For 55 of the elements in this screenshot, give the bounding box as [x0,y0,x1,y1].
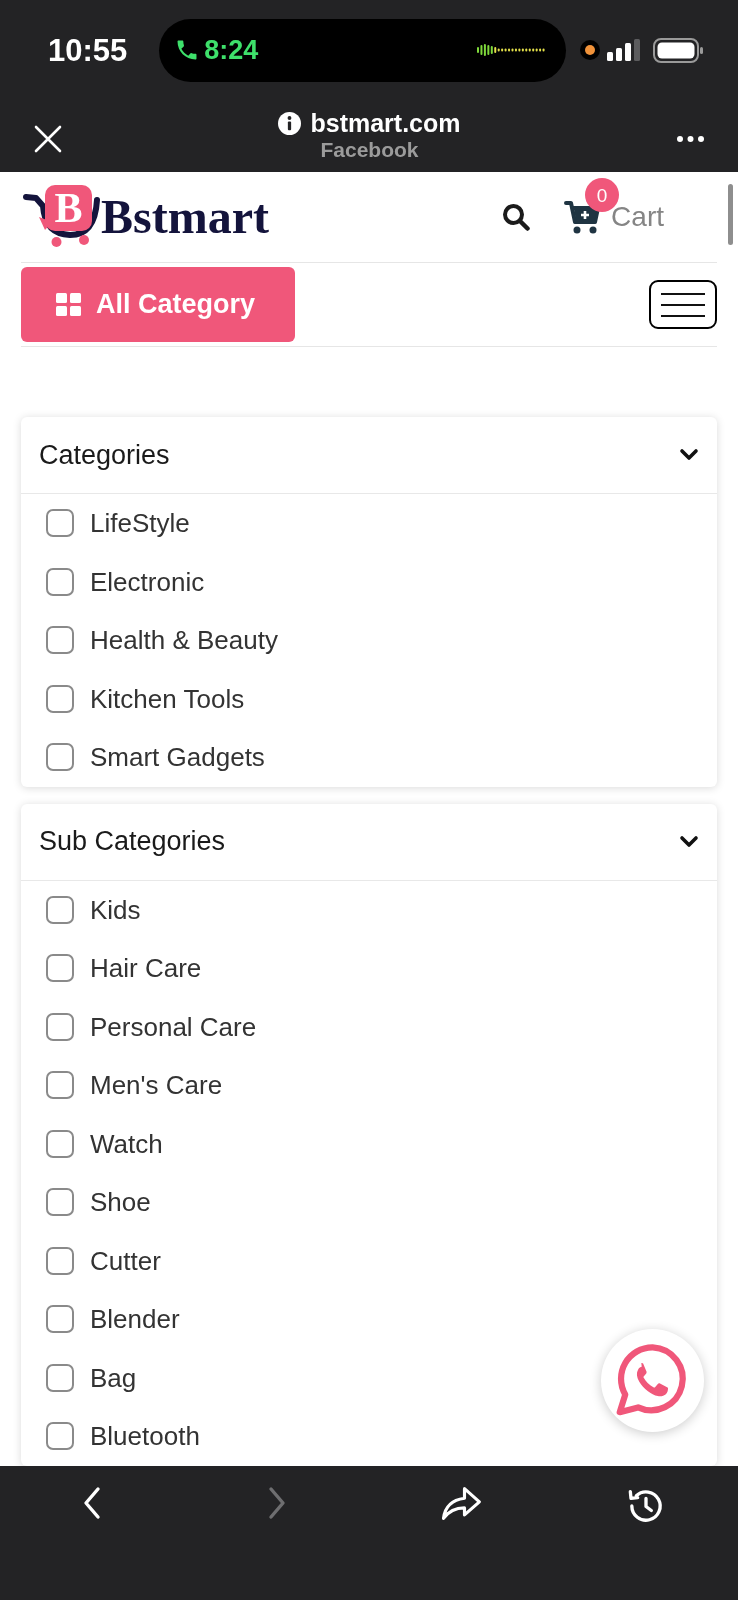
checkbox[interactable] [46,743,74,772]
filter-title[interactable]: Sub Categories [39,828,226,855]
checkbox-label[interactable]: LifeStyle [90,510,190,537]
cart-icon[interactable] [564,200,602,234]
checkbox[interactable] [46,1305,74,1334]
source-app-label: Facebook [320,138,419,162]
checkbox-label[interactable]: Shoe [90,1189,151,1216]
logo-mark: B [45,185,92,231]
scrollbar-thumb [728,184,733,245]
checkbox[interactable] [46,954,74,983]
checkbox-label[interactable]: Kitchen Tools [90,685,245,712]
checkbox[interactable] [46,1422,74,1451]
checkbox[interactable] [46,895,74,924]
checkbox[interactable] [46,1012,74,1041]
checkbox[interactable] [46,684,74,713]
checkbox-label[interactable]: Watch [90,1130,163,1157]
chevron-down-icon[interactable] [679,448,699,462]
search-icon[interactable] [502,203,531,231]
checkbox-label[interactable]: Smart Gadgets [90,744,265,771]
checkbox-label[interactable]: Men's Care [90,1072,223,1099]
checkbox-label[interactable]: Cutter [90,1247,161,1274]
status-time: 10:55 [48,34,128,66]
menu-button[interactable] [649,280,717,329]
checkbox[interactable] [46,509,74,538]
checkbox-label[interactable]: Kids [90,896,141,923]
info-icon[interactable] [278,111,302,135]
checkbox-label[interactable]: Hair Care [90,955,202,982]
back-icon[interactable] [82,1486,103,1520]
call-timer: 8:24 [204,36,259,64]
site-domain: bstmart.com [310,110,461,136]
chevron-down-icon[interactable] [679,834,699,849]
more-icon[interactable] [677,136,704,142]
checkbox-label[interactable]: Health & Beauty [90,627,278,654]
checkbox[interactable] [46,1363,74,1392]
checkbox-label[interactable]: Bluetooth [90,1423,200,1450]
close-icon[interactable] [34,125,62,153]
waveform-icon [477,43,546,57]
checkbox[interactable] [46,1129,74,1158]
share-icon[interactable] [440,1486,483,1522]
grid-icon [56,293,81,316]
checkbox-label[interactable]: Electronic [90,568,205,595]
privacy-dot-icon [580,40,601,60]
checkbox[interactable] [46,1071,74,1100]
checkbox[interactable] [46,1246,74,1275]
checkbox-label[interactable]: Bag [90,1364,137,1391]
checkbox[interactable] [46,1188,74,1217]
signal-icon [607,39,643,61]
logo-wordmark: Bstmart [101,193,269,241]
filter-title[interactable]: Categories [39,441,170,469]
checkbox-label[interactable]: Personal Care [90,1013,257,1040]
checkbox[interactable] [46,567,74,596]
battery-icon [653,37,704,63]
menu-icon [661,291,705,318]
checkbox[interactable] [46,626,74,655]
checkbox-label[interactable]: Blender [90,1306,180,1333]
